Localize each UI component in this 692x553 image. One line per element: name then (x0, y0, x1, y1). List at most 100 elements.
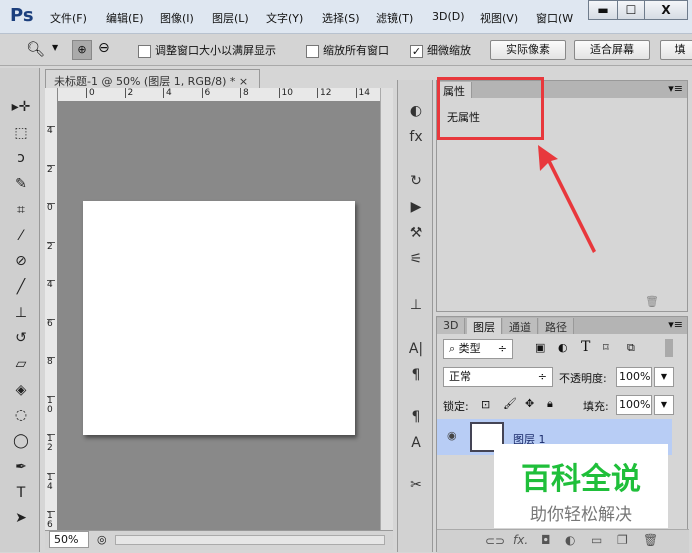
maximize-button[interactable]: ☐ (617, 0, 645, 20)
fill-field[interactable]: 100% (616, 395, 652, 415)
adjustment-layer-icon[interactable]: ◐ (565, 533, 575, 547)
group-folder-icon[interactable]: ▭ (591, 533, 602, 547)
zoom-tool-icon[interactable]: 🔍︎ (26, 40, 45, 58)
type-filter-icon[interactable]: T (581, 339, 590, 355)
lasso-icon[interactable]: ↄ (8, 147, 34, 169)
tab-paths[interactable]: 路径 (539, 318, 574, 334)
trash-icon[interactable]: 🗑︎ (645, 295, 659, 308)
paint-bucket-icon[interactable]: ◈ (8, 379, 34, 401)
menu-item[interactable]: 3D(D) (432, 10, 465, 23)
menu-item[interactable]: 文件(F) (50, 10, 87, 26)
tab-layers[interactable]: 图层 (467, 318, 502, 334)
type-icon[interactable]: T (8, 482, 34, 504)
blend-mode-select[interactable]: 正常 ÷ (443, 367, 553, 387)
add-mask-icon[interactable]: ◘ (541, 533, 551, 547)
ruler-label: 4 (47, 280, 55, 290)
paragraph-icon[interactable]: ¶ (405, 364, 427, 386)
close-tab-icon[interactable]: × (239, 75, 248, 88)
close-button[interactable]: X (644, 0, 688, 20)
menu-item[interactable]: 滤镜(T) (376, 10, 413, 26)
document-canvas[interactable] (83, 201, 355, 435)
document-tab-title: 未标题-1 @ 50% (图层 1, RGB/8) * (54, 75, 236, 88)
smart-object-filter-icon[interactable]: ⧉ (627, 341, 635, 355)
zoom-in-icon[interactable]: ⊕ (72, 40, 92, 60)
adjustment-filter-icon[interactable]: ◐ (558, 341, 568, 354)
stamp-icon[interactable]: ⊥ (8, 302, 34, 324)
watermark: 百科全说 助你轻松解决 (494, 444, 668, 528)
opacity-dropdown-icon[interactable]: ▼ (654, 367, 674, 387)
tools-icon[interactable]: ✂ (405, 474, 427, 496)
pen-icon[interactable]: ✒ (8, 456, 34, 478)
menu-item[interactable]: 文字(Y) (266, 10, 303, 26)
tool-presets-icon[interactable]: ⚒ (405, 222, 427, 244)
canvas-area[interactable] (58, 102, 380, 530)
styles-fx-icon[interactable]: fx (405, 126, 427, 148)
ruler-label: 10 (47, 395, 55, 415)
actual-pixels-button[interactable]: 实际像素 (490, 40, 566, 60)
ruler-label: 16 (47, 511, 55, 530)
scrubby-zoom-checkbox[interactable]: ✓ 细微缩放 (410, 42, 471, 58)
zoom-all-checkbox[interactable]: 缩放所有窗口 (306, 42, 389, 58)
lock-all-icon[interactable]: 🔒︎ (547, 397, 553, 411)
ruler-label: 10 (278, 88, 293, 98)
opacity-field[interactable]: 100% (616, 367, 652, 387)
panel-menu-icon[interactable]: ▾≡ (668, 82, 683, 95)
actions-play-icon[interactable]: ▶ (405, 196, 427, 218)
history-icon[interactable]: ↻ (405, 170, 427, 192)
marquee-icon[interactable]: ⬚ (8, 122, 34, 144)
zoom-out-icon[interactable]: ⊖ (98, 40, 110, 56)
eyedropper-icon[interactable]: ⁄ (8, 225, 34, 247)
fit-screen-button[interactable]: 适合屏幕 (574, 40, 650, 60)
menu-item[interactable]: 选择(S) (322, 10, 360, 26)
layer-filter-select[interactable]: ⌕ 类型 ÷ (443, 339, 513, 359)
brush-preset-icon[interactable]: ◐ (405, 100, 427, 122)
menu-item[interactable]: 窗口(W (536, 10, 573, 26)
tool-preset-chevron-icon[interactable]: ▼ (52, 43, 58, 52)
delete-layer-icon[interactable]: 🗑︎ (643, 533, 658, 547)
tab-3d[interactable]: 3D (437, 318, 466, 334)
crop-icon[interactable]: ⌗ (8, 199, 34, 221)
pixel-filter-icon[interactable]: ▣ (535, 341, 545, 354)
brush-panel-icon[interactable]: ⚟ (405, 248, 427, 270)
history-brush-icon[interactable]: ↺ (8, 327, 34, 349)
filter-toggle[interactable] (665, 339, 673, 357)
lock-pixels-icon[interactable]: 🖌︎ (503, 397, 517, 410)
character-icon[interactable]: A| (405, 338, 427, 360)
menu-item[interactable]: 视图(V) (480, 10, 518, 26)
layers-menu-icon[interactable]: ▾≡ (668, 318, 683, 331)
dodge-icon[interactable]: ◯ (8, 430, 34, 452)
vertical-scrollbar[interactable] (380, 88, 393, 530)
menu-item[interactable]: 图像(I) (160, 10, 194, 26)
resize-window-checkbox[interactable]: 调整窗口大小以满屏显示 (138, 42, 276, 58)
ruler-label: 0 (86, 88, 95, 98)
fx-icon[interactable]: fx. (513, 533, 528, 547)
quick-select-icon[interactable]: ✎ (8, 173, 34, 195)
new-layer-icon[interactable]: ❐ (617, 533, 628, 547)
character-styles-icon[interactable]: ¶ (405, 406, 427, 428)
status-bar: 50% ◎ (45, 530, 393, 550)
paragraph-styles-icon[interactable]: A (405, 432, 427, 454)
healing-icon[interactable]: ⊘ (8, 250, 34, 272)
link-layers-icon[interactable]: ⊂⊃ (485, 534, 505, 548)
brush-icon[interactable]: ╱ (8, 276, 34, 298)
fill-dropdown-icon[interactable]: ▼ (654, 395, 674, 415)
horizontal-ruler: 0 2 4 6 8 10 12 14 (58, 88, 380, 102)
path-select-icon[interactable]: ➤ (8, 507, 34, 529)
horizontal-scrollbar[interactable] (115, 535, 385, 545)
lock-transparent-icon[interactable]: ⊡ (481, 398, 490, 411)
shape-filter-icon[interactable]: ⌑ (603, 341, 609, 354)
minimize-button[interactable]: ▬ (588, 0, 618, 20)
menu-item[interactable]: 编辑(E) (106, 10, 144, 26)
zoom-level-field[interactable]: 50% (49, 531, 89, 548)
eraser-icon[interactable]: ▱ (8, 353, 34, 375)
move-icon[interactable]: ▸✛ (8, 96, 34, 118)
tab-channels[interactable]: 通道 (503, 318, 538, 334)
status-menu-icon[interactable]: ◎ (97, 533, 107, 546)
lock-position-icon[interactable]: ✥ (525, 397, 534, 410)
clone-source-icon[interactable]: ⊥ (405, 294, 427, 316)
fill-screen-button[interactable]: 填 (660, 40, 692, 60)
menu-item[interactable]: 图层(L) (212, 10, 249, 26)
document-tab[interactable]: 未标题-1 @ 50% (图层 1, RGB/8) * × (45, 69, 260, 89)
visibility-eye-icon[interactable]: ◉ (447, 429, 457, 442)
blur-icon[interactable]: ◌ (8, 404, 34, 426)
